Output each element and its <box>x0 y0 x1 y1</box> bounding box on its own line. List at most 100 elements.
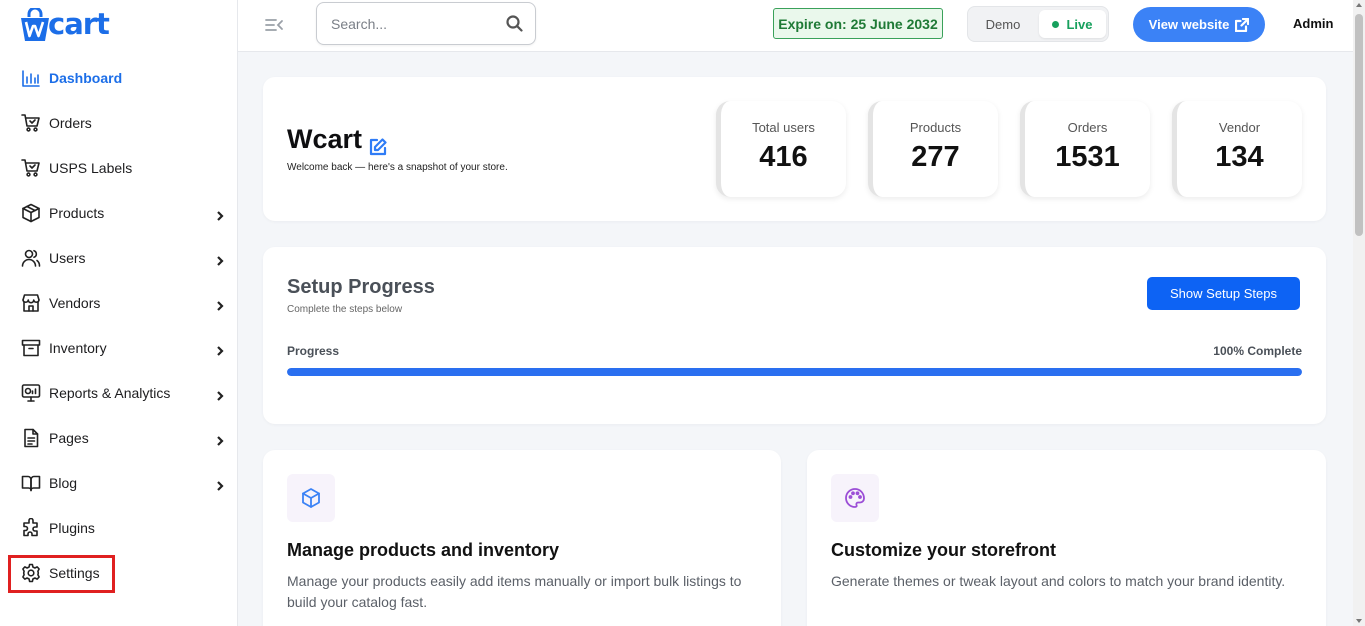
chevron-right-icon <box>215 388 225 401</box>
feature-description: Generate themes or tweak layout and colo… <box>831 573 1286 589</box>
cart-icon <box>21 158 41 178</box>
cube-icon <box>302 488 320 508</box>
feature-description: Manage your products easily add items ma… <box>287 573 742 610</box>
stat-label: Products <box>909 120 962 135</box>
document-icon <box>21 428 41 448</box>
feature-card-products[interactable]: Manage products and inventory Manage you… <box>263 450 781 626</box>
scroll-up-arrow-icon[interactable] <box>1356 3 1362 7</box>
stat-value: 277 <box>911 141 960 173</box>
setup-progress-card: Setup Progress Complete the steps below … <box>263 247 1326 424</box>
progress-bar-fill <box>287 368 1302 376</box>
sidebar-item-products[interactable]: Products <box>0 190 238 235</box>
stat-label: Orders <box>1067 120 1108 135</box>
show-setup-steps-button[interactable]: Show Setup Steps <box>1147 277 1300 310</box>
stat-value: 416 <box>759 141 808 173</box>
stat-label: Vendor <box>1218 120 1261 135</box>
sidebar-item-label: Pages <box>49 429 89 446</box>
view-website-label: View website <box>1148 17 1230 32</box>
palette-icon <box>845 488 865 508</box>
puzzle-icon <box>21 517 41 538</box>
sidebar-item-label: Dashboard <box>49 69 123 86</box>
sidebar-item-label: Inventory <box>49 339 107 356</box>
users-icon <box>21 248 41 268</box>
chevron-right-icon <box>215 253 225 266</box>
sidebar-item-dashboard[interactable]: Dashboard <box>0 55 238 100</box>
sidebar-item-orders[interactable]: Orders <box>0 100 238 145</box>
feature-title: Manage products and inventory <box>287 540 560 560</box>
feature-icon-box <box>831 474 879 522</box>
sidebar: cart Dashboard Orders USPS Labels Produc… <box>0 0 238 626</box>
edit-icon[interactable] <box>368 133 388 155</box>
cart-icon <box>21 113 41 133</box>
sidebar-item-label: Reports & Analytics <box>49 384 171 401</box>
stat-label: Total users <box>752 120 815 135</box>
sidebar-item-label: Products <box>49 204 105 221</box>
mode-toggle: Demo Live <box>967 6 1109 42</box>
live-status-dot <box>1052 20 1060 28</box>
sidebar-item-plugins[interactable]: Plugins <box>0 505 238 550</box>
box-icon <box>21 203 41 223</box>
progress-label: Progress <box>287 344 340 358</box>
sidebar-item-label: Orders <box>49 114 92 131</box>
sidebar-item-blog[interactable]: Blog <box>0 460 238 505</box>
sidebar-item-label: USPS Labels <box>49 159 133 176</box>
user-menu[interactable]: Admin <box>1293 16 1333 31</box>
feature-title: Customize your storefront <box>831 540 1057 560</box>
sidebar-item-pages[interactable]: Pages <box>0 415 238 460</box>
logo-bag-icon <box>21 8 49 41</box>
stat-value: 134 <box>1215 141 1264 173</box>
sidebar-item-label: Blog <box>49 474 78 491</box>
page-scrollbar[interactable] <box>1353 0 1365 626</box>
bar-chart-icon <box>21 68 41 88</box>
store-title: Wcart <box>287 124 388 155</box>
sidebar-item-vendors[interactable]: Vendors <box>0 280 238 325</box>
sidebar-item-reports-analytics[interactable]: Reports & Analytics <box>0 370 238 415</box>
expiry-badge: Expire on: 25 June 2032 <box>773 8 943 39</box>
feature-icon-box <box>287 474 335 522</box>
stat-card-orders: Orders 1531 <box>1020 101 1150 197</box>
progress-bar <box>287 368 1302 376</box>
settings-highlight-box <box>8 555 115 593</box>
sidebar-item-label: Plugins <box>49 519 95 536</box>
sidebar-item-label: Users <box>49 249 86 266</box>
archive-icon <box>21 338 41 358</box>
sidebar-item-users[interactable]: Users <box>0 235 238 280</box>
chevron-right-icon <box>215 208 225 221</box>
search-icon[interactable] <box>506 15 523 32</box>
sidebar-item-inventory[interactable]: Inventory <box>0 325 238 370</box>
sidebar-item-label: Vendors <box>49 294 101 311</box>
mode-live-option[interactable]: Live <box>1039 10 1106 38</box>
mode-live-label: Live <box>1066 16 1093 32</box>
chevron-right-icon <box>215 433 225 446</box>
store-icon <box>21 293 41 313</box>
topbar: Expire on: 25 June 2032 Demo Live View w… <box>238 0 1353 52</box>
external-link-icon <box>1235 17 1250 32</box>
logo[interactable]: cart <box>20 6 110 42</box>
scrollbar-thumb[interactable] <box>1355 14 1363 236</box>
store-name: Wcart <box>287 124 363 154</box>
sidebar-item-usps-labels[interactable]: USPS Labels <box>0 145 238 190</box>
sidebar-collapse-icon[interactable] <box>263 14 285 36</box>
view-website-button[interactable]: View website <box>1133 7 1265 42</box>
mode-demo-option[interactable]: Demo <box>968 7 1038 41</box>
chevron-right-icon <box>215 478 225 491</box>
stat-card-vendor: Vendor 134 <box>1172 101 1302 197</box>
setup-title: Setup Progress <box>287 276 435 298</box>
welcome-subtitle: Welcome back — here's a snapshot of your… <box>287 162 508 173</box>
chevron-right-icon <box>215 343 225 356</box>
stat-value: 1531 <box>1055 141 1120 173</box>
stat-card-products: Products 277 <box>868 101 998 197</box>
logo-text: cart <box>48 7 110 41</box>
stat-card-total-users: Total users 416 <box>716 101 846 197</box>
book-icon <box>21 473 41 493</box>
search-box <box>316 2 536 45</box>
progress-complete-text: 100% Complete <box>1213 344 1302 358</box>
sidebar-nav: Dashboard Orders USPS Labels Products Us… <box>0 55 238 595</box>
chevron-right-icon <box>215 298 225 311</box>
monitor-chart-icon <box>21 383 41 403</box>
scroll-down-arrow-icon[interactable] <box>1356 619 1362 623</box>
welcome-card: Wcart Welcome back — here's a snapshot o… <box>263 77 1326 221</box>
setup-subtitle: Complete the steps below <box>287 304 403 315</box>
search-input[interactable] <box>331 13 491 35</box>
feature-card-storefront[interactable]: Customize your storefront Generate theme… <box>807 450 1326 626</box>
